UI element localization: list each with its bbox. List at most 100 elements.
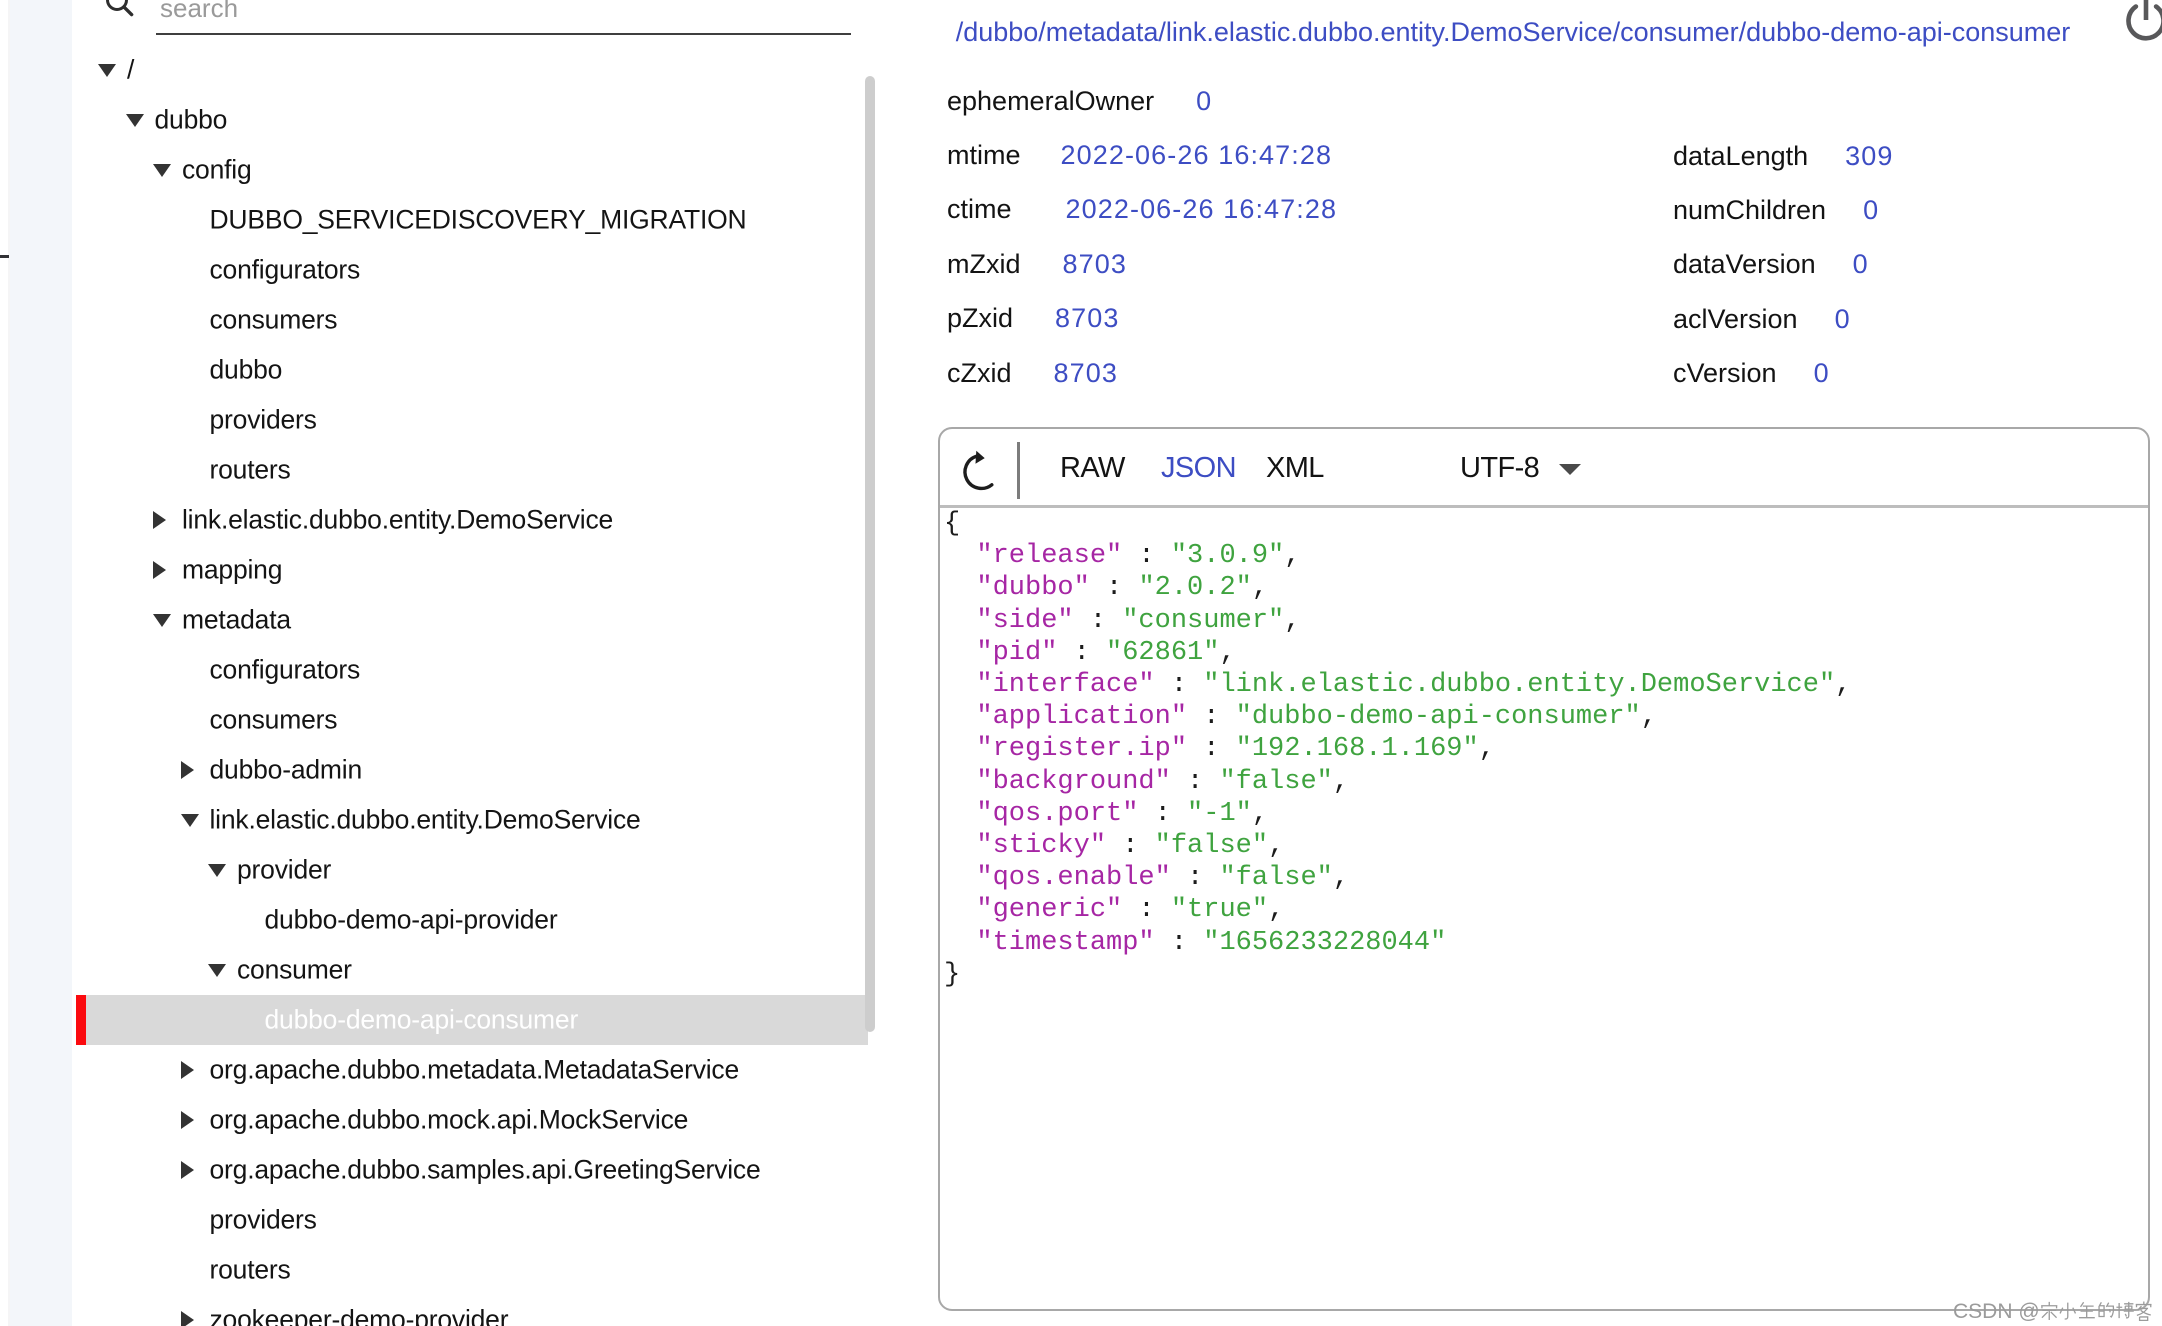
code-line: "generic" : "true", [944, 894, 2144, 926]
encoding-select[interactable]: UTF-8 [1460, 452, 1539, 485]
tree-node[interactable]: zookeeper-demo-provider [76, 1295, 868, 1326]
tree-node-label[interactable]: providers [210, 1205, 317, 1236]
tree-node[interactable]: providers [76, 395, 868, 445]
collapse-arrow-icon[interactable] [153, 561, 166, 579]
stat-row: pZxid8703 [947, 302, 1120, 336]
json-key: "generic" [976, 895, 1122, 925]
expand-arrow-icon[interactable] [153, 164, 171, 177]
tree-node[interactable]: consumers [76, 695, 868, 745]
json-punct: , [1333, 767, 1349, 797]
tree-node[interactable]: org.apache.dubbo.samples.api.GreetingSer… [76, 1145, 868, 1195]
expand-arrow-icon[interactable] [153, 614, 171, 627]
tree-node-label[interactable]: config [182, 155, 252, 186]
collapse-arrow-icon[interactable] [181, 1061, 194, 1079]
refresh-icon[interactable] [956, 450, 1000, 494]
json-string: "true" [1171, 895, 1268, 925]
tree-node-label[interactable]: consumers [210, 305, 338, 336]
tree-node-label[interactable]: org.apache.dubbo.metadata.MetadataServic… [210, 1055, 740, 1086]
expand-arrow-icon[interactable] [98, 64, 116, 77]
tree-node[interactable]: link.elastic.dubbo.entity.DemoService [76, 495, 868, 545]
tab-raw[interactable]: RAW [1060, 452, 1125, 485]
power-icon[interactable] [2122, 0, 2162, 44]
expand-arrow-icon[interactable] [181, 814, 199, 827]
json-string: "1656233228044" [1203, 928, 1446, 958]
tree-node[interactable]: org.apache.dubbo.metadata.MetadataServic… [76, 1045, 868, 1095]
tree-node[interactable]: metadata [76, 595, 868, 645]
code-line: } [944, 959, 2144, 991]
tree-node[interactable]: link.elastic.dubbo.entity.DemoService [76, 795, 868, 845]
tree-node[interactable]: providers [76, 1195, 868, 1245]
collapse-arrow-icon[interactable] [181, 761, 194, 779]
tree-node[interactable]: consumers [76, 295, 868, 345]
collapse-arrow-icon[interactable] [181, 1311, 194, 1326]
tree-node[interactable]: configurators [76, 645, 868, 695]
json-string: "consumer" [1122, 606, 1284, 636]
tree-node[interactable]: DUBBO_SERVICEDISCOVERY_MIGRATION [76, 195, 868, 245]
tree-node-label[interactable]: metadata [182, 605, 291, 636]
tree-node-label[interactable]: configurators [210, 255, 361, 286]
tree-node-label[interactable]: / [127, 55, 134, 86]
search-underline [156, 33, 851, 36]
json-punct: , [1835, 670, 1851, 700]
expand-arrow-icon[interactable] [208, 864, 226, 877]
tree-node-label[interactable]: dubbo [155, 105, 228, 136]
stat-value: 2022-06-26 16:47:28 [1061, 140, 1333, 171]
tree-node-label[interactable]: mapping [182, 555, 282, 586]
tree-node-label[interactable]: link.elastic.dubbo.entity.DemoService [210, 805, 641, 836]
tree-node[interactable]: / [76, 45, 868, 95]
tree-node[interactable]: routers [76, 1245, 868, 1295]
stat-row: cZxid8703 [947, 356, 1118, 390]
tree-node-label[interactable]: dubbo-demo-api-provider [265, 905, 558, 936]
tree-node[interactable]: dubbo [76, 345, 868, 395]
tree-node-label[interactable]: dubbo [210, 355, 283, 386]
tree-node-label[interactable]: providers [210, 405, 317, 436]
code-viewer[interactable]: { "release" : "3.0.9", "dubbo" : "2.0.2"… [944, 508, 2144, 1303]
json-punct [944, 928, 976, 958]
json-punct: , [1252, 799, 1268, 829]
json-punct: , [1284, 541, 1300, 571]
tab-json[interactable]: JSON [1161, 452, 1236, 485]
tree-node-label[interactable]: dubbo-demo-api-consumer [265, 1005, 579, 1036]
collapse-arrow-icon[interactable] [181, 1161, 194, 1179]
json-string: "false" [1219, 863, 1332, 893]
node-path[interactable]: /dubbo/metadata/link.elastic.dubbo.entit… [920, 17, 2106, 48]
json-string: "false" [1219, 767, 1332, 797]
tree-node-label[interactable]: provider [237, 855, 331, 886]
tree-node-label[interactable]: org.apache.dubbo.mock.api.MockService [210, 1105, 689, 1136]
tree-node[interactable]: dubbo [76, 95, 868, 145]
tree-node-label[interactable]: org.apache.dubbo.samples.api.GreetingSer… [210, 1155, 761, 1186]
tree-node-label[interactable]: zookeeper-demo-provider [210, 1305, 509, 1326]
tab-xml[interactable]: XML [1266, 452, 1324, 485]
tree-node-label[interactable]: routers [210, 455, 291, 486]
tree-node-label[interactable]: dubbo-admin [210, 755, 363, 786]
json-string: "62861" [1106, 638, 1219, 668]
search-input[interactable]: search [160, 0, 238, 24]
tree-node[interactable]: routers [76, 445, 868, 495]
tree-node[interactable]: config [76, 145, 868, 195]
tree-node[interactable]: org.apache.dubbo.mock.api.MockService [76, 1095, 868, 1145]
stat-value: 2022-06-26 16:47:28 [1066, 194, 1338, 225]
expand-arrow-icon[interactable] [208, 964, 226, 977]
tree-node[interactable]: consumer [76, 945, 868, 995]
tree-node[interactable]: dubbo-demo-api-provider [76, 895, 868, 945]
stat-value: 0 [1835, 304, 1851, 335]
tree-scrollbar[interactable] [865, 76, 875, 1032]
collapse-arrow-icon[interactable] [181, 1111, 194, 1129]
json-punct: { [944, 509, 960, 539]
expand-arrow-icon[interactable] [126, 114, 144, 127]
tree-node-label[interactable]: DUBBO_SERVICEDISCOVERY_MIGRATION [210, 205, 747, 236]
tree-node[interactable]: dubbo-admin [76, 745, 868, 795]
tree-node-label[interactable]: consumers [210, 705, 338, 736]
tree-node[interactable]: provider [76, 845, 868, 895]
tree-node[interactable]: configurators [76, 245, 868, 295]
tree-node-label[interactable]: configurators [210, 655, 361, 686]
code-line: "interface" : "link.elastic.dubbo.entity… [944, 669, 2144, 701]
tree-node[interactable]: dubbo-demo-api-consumer [76, 995, 868, 1045]
tree-node-label[interactable]: consumer [237, 955, 352, 986]
code-line: "qos.enable" : "false", [944, 862, 2144, 894]
tree-node[interactable]: mapping [76, 545, 868, 595]
collapse-arrow-icon[interactable] [153, 511, 166, 529]
tree-node-label[interactable]: link.elastic.dubbo.entity.DemoService [182, 505, 613, 536]
chevron-down-icon[interactable] [1559, 464, 1581, 475]
tree-node-label[interactable]: routers [210, 1255, 291, 1286]
